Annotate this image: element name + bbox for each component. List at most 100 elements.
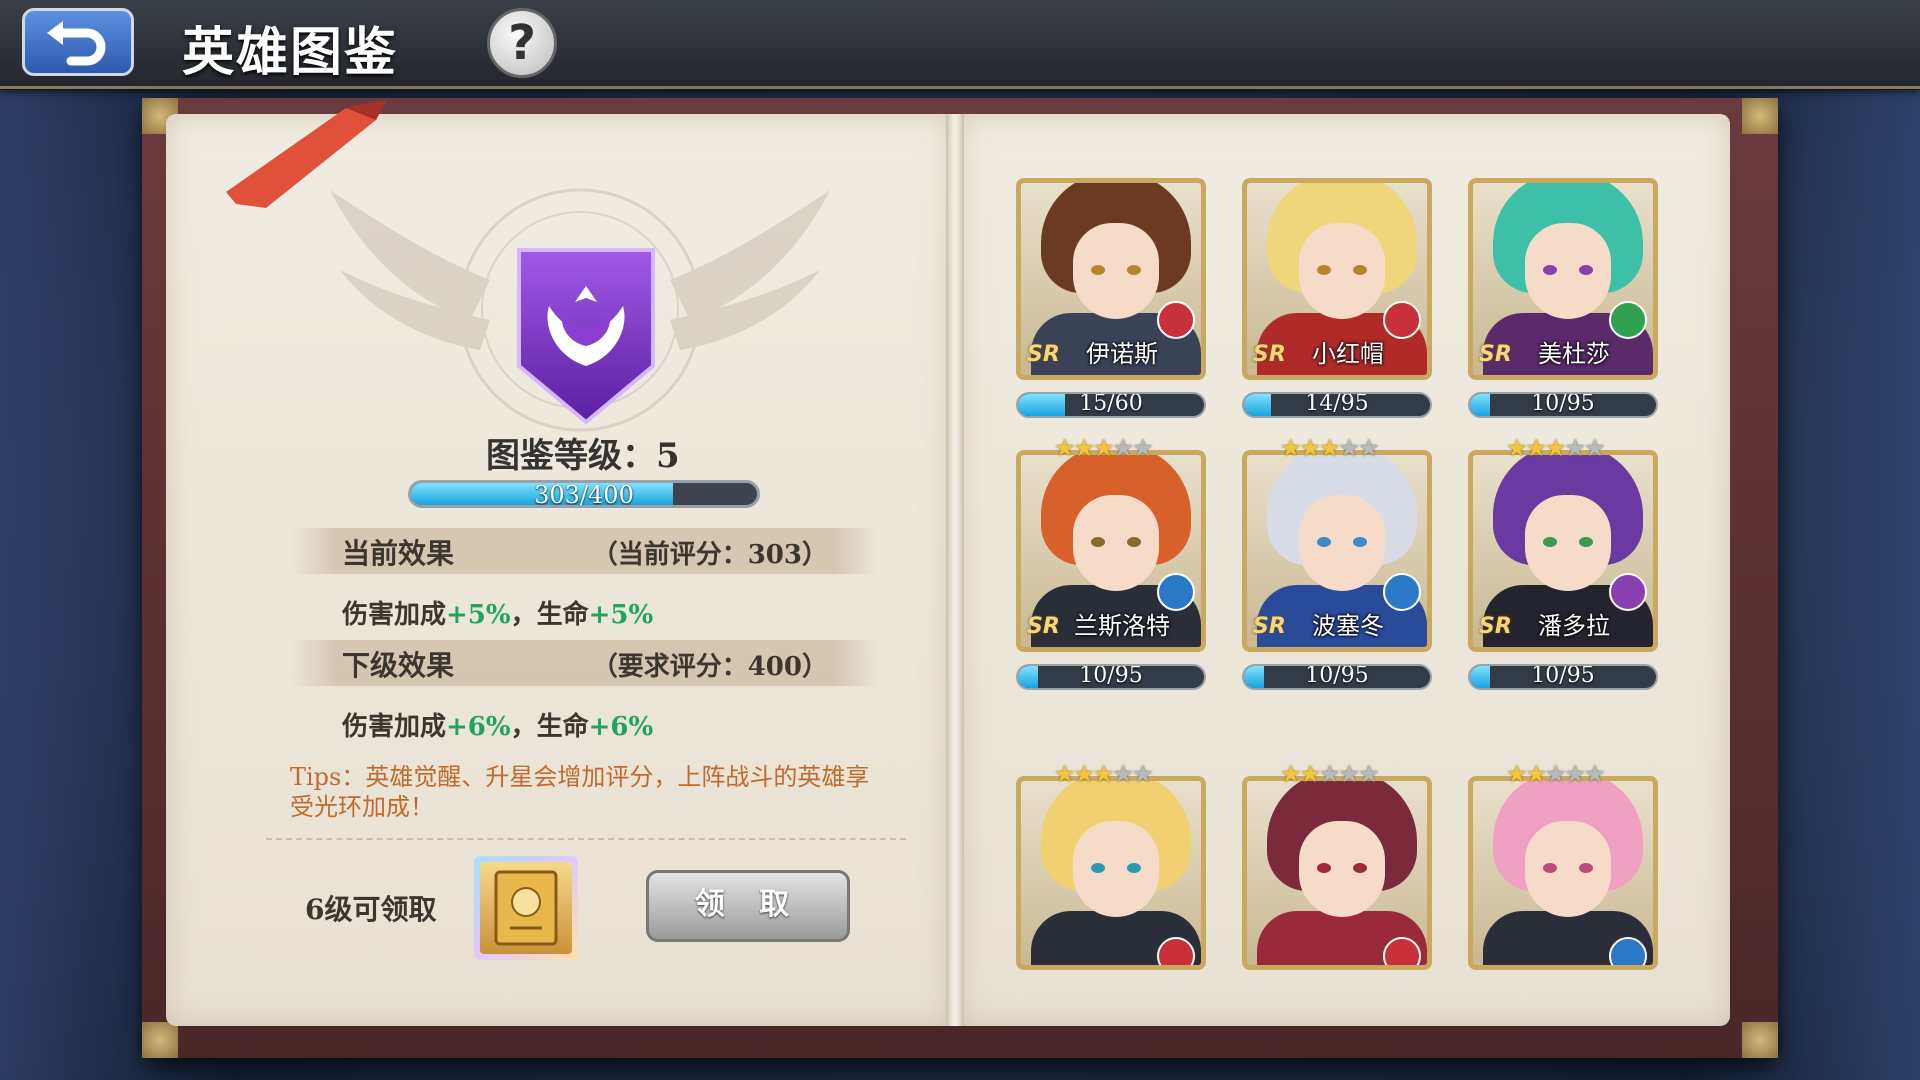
reward-item[interactable] xyxy=(474,856,578,960)
hero-card[interactable]: ★★★★★ xyxy=(1242,760,1432,970)
star-icon: ★ xyxy=(1545,760,1566,788)
hero-portrait: SR 波塞冬 xyxy=(1242,450,1432,652)
star-icon: ★ xyxy=(1132,434,1153,462)
hero-eye xyxy=(1091,265,1105,275)
hero-eye xyxy=(1543,863,1557,873)
hero-card[interactable]: SR 小红帽 14/95 xyxy=(1242,178,1432,418)
hero-eye xyxy=(1579,265,1593,275)
hero-face xyxy=(1299,495,1385,591)
hero-star-rating: ★★★★★ xyxy=(1054,760,1170,788)
hero-eye xyxy=(1127,863,1141,873)
hero-portrait: SR 小红帽 xyxy=(1242,178,1432,380)
hero-portrait xyxy=(1242,776,1432,970)
hero-name: 兰斯洛特 xyxy=(1074,612,1170,640)
hero-card[interactable]: ★★★★★ xyxy=(1468,760,1658,970)
hero-star-rating: ★★★★★ xyxy=(1280,434,1396,462)
star-icon: ★ xyxy=(1299,434,1321,462)
star-icon: ★ xyxy=(1564,760,1586,788)
hero-card[interactable]: SR 波塞冬 10/95 ★★★★★ xyxy=(1242,434,1432,690)
star-icon: ★ xyxy=(1280,760,1301,788)
question-icon: ? xyxy=(508,15,536,71)
hero-face xyxy=(1073,223,1159,319)
hero-fragment-bar: 10/95 xyxy=(1468,664,1658,690)
back-button[interactable] xyxy=(22,8,134,76)
star-icon: ★ xyxy=(1054,434,1075,462)
star-icon: ★ xyxy=(1338,760,1360,788)
hero-fragment-text: 14/95 xyxy=(1305,392,1369,416)
hero-face xyxy=(1525,495,1611,591)
hero-rarity: SR xyxy=(1027,614,1060,639)
star-icon: ★ xyxy=(1073,760,1095,788)
current-effect-text: 伤害加成+5%，生命+5% xyxy=(342,594,653,631)
hero-rarity: SR xyxy=(1253,342,1286,367)
page-title: 英雄图鉴 xyxy=(182,22,399,83)
claim-button[interactable]: 领 取 xyxy=(646,870,850,942)
star-icon: ★ xyxy=(1073,434,1095,462)
tips-text: Tips：英雄觉醒、升星会增加评分，上阵战斗的英雄享受光环加成！ xyxy=(290,763,870,821)
next-effect-title: 下级效果 xyxy=(342,649,455,682)
help-button[interactable]: ? xyxy=(487,8,557,78)
hero-eye xyxy=(1353,265,1367,275)
hero-face xyxy=(1073,821,1159,917)
collection-exp-bar: 303/400 xyxy=(408,480,760,508)
collection-level-label: 图鉴等级：5 xyxy=(486,436,680,476)
hero-fragment-text: 10/95 xyxy=(1531,664,1595,688)
hero-card[interactable]: SR 兰斯洛特 10/95 ★★★★★ xyxy=(1016,434,1206,690)
next-effect-hp-value: +6% xyxy=(588,712,654,742)
book-corner xyxy=(1742,1022,1778,1058)
hero-class-icon xyxy=(1157,937,1195,965)
hero-face xyxy=(1299,223,1385,319)
hero-card[interactable]: SR 美杜莎 10/95 xyxy=(1468,178,1658,418)
next-effect-dmg-value: +6% xyxy=(446,712,511,742)
book-spine xyxy=(946,114,964,1026)
star-icon: ★ xyxy=(1054,760,1075,788)
hero-eye xyxy=(1317,537,1331,547)
hero-name: 美杜莎 xyxy=(1538,340,1610,368)
hero-portrait xyxy=(1016,776,1206,970)
star-icon: ★ xyxy=(1564,434,1586,462)
star-icon: ★ xyxy=(1093,760,1114,788)
collection-emblem-icon xyxy=(517,248,655,425)
next-effect-hp-label: ，生命 xyxy=(510,712,589,742)
next-effect-text: 伤害加成+6%，生命+6% xyxy=(342,706,653,743)
hero-eye xyxy=(1127,537,1141,547)
hero-eye xyxy=(1579,863,1593,873)
star-icon: ★ xyxy=(1525,760,1547,788)
star-icon: ★ xyxy=(1506,760,1527,788)
hero-eye xyxy=(1127,265,1141,275)
reward-card-icon xyxy=(480,862,572,954)
star-icon: ★ xyxy=(1506,434,1527,462)
hero-fragment-bar: 10/95 xyxy=(1242,664,1432,690)
hero-portrait xyxy=(1468,776,1658,970)
star-icon: ★ xyxy=(1299,760,1321,788)
current-effect-hp-value: +5% xyxy=(588,600,654,630)
hero-name: 波塞冬 xyxy=(1312,612,1384,640)
hero-eye xyxy=(1543,265,1557,275)
hero-eye xyxy=(1317,863,1331,873)
hero-card[interactable]: SR 潘多拉 10/95 ★★★★★ xyxy=(1468,434,1658,690)
hero-face xyxy=(1073,495,1159,591)
hero-portrait: SR 兰斯洛特 xyxy=(1016,450,1206,652)
star-icon: ★ xyxy=(1319,760,1340,788)
hero-star-rating: ★★★★★ xyxy=(1280,760,1396,788)
collection-exp-text: 303/400 xyxy=(534,481,634,508)
hero-fragment-bar: 14/95 xyxy=(1242,392,1432,418)
hero-star-rating: ★★★★★ xyxy=(1506,760,1622,788)
hero-eye xyxy=(1317,265,1331,275)
hero-fragment-bar: 15/60 xyxy=(1016,392,1206,418)
hero-face xyxy=(1525,223,1611,319)
star-icon: ★ xyxy=(1112,434,1134,462)
hero-name: 伊诺斯 xyxy=(1086,340,1158,368)
next-effect-dmg-label: 伤害加成 xyxy=(342,712,447,742)
star-icon: ★ xyxy=(1545,434,1566,462)
star-icon: ★ xyxy=(1319,434,1340,462)
hero-rarity: SR xyxy=(1253,614,1286,639)
hero-card[interactable]: ★★★★★ xyxy=(1016,760,1206,970)
hero-eye xyxy=(1353,863,1367,873)
hero-card[interactable]: SR 伊诺斯 15/60 xyxy=(1016,178,1206,418)
hero-face xyxy=(1525,821,1611,917)
hero-rarity: SR xyxy=(1479,342,1512,367)
reward-label: 6级可领取 xyxy=(305,893,437,926)
hero-fragment-bar: 10/95 xyxy=(1016,664,1206,690)
hero-fragment-text: 10/95 xyxy=(1079,664,1143,688)
